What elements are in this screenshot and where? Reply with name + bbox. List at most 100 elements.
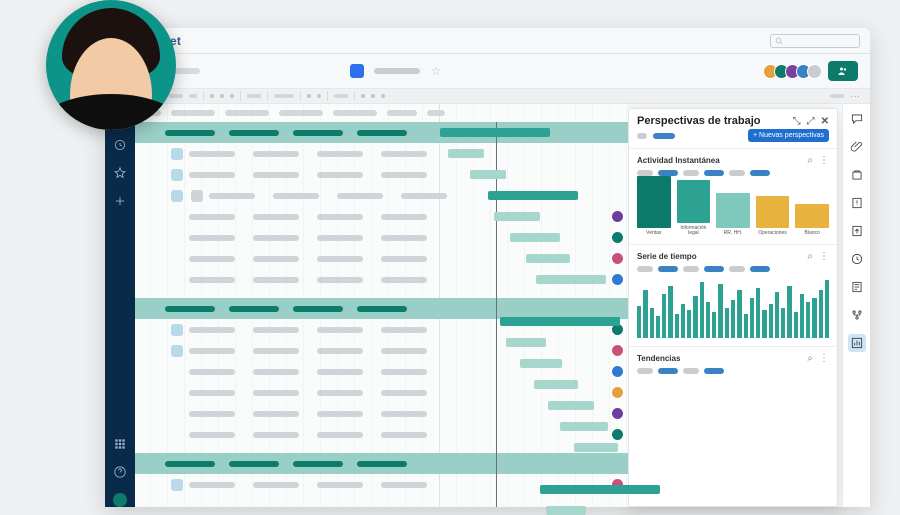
- right-rail: [842, 104, 870, 507]
- toolbar-button[interactable]: [381, 94, 385, 98]
- card-title: Serie de tiempo: [637, 252, 697, 261]
- sheet-title[interactable]: [374, 68, 420, 74]
- bar-label: RR. HH.: [724, 231, 743, 236]
- gantt-bar[interactable]: [548, 401, 594, 410]
- toolbar-button[interactable]: [220, 94, 224, 98]
- help-icon[interactable]: [113, 465, 127, 479]
- sheet-grid[interactable]: [135, 104, 628, 507]
- toolbar-button[interactable]: [210, 94, 214, 98]
- filter-pill[interactable]: [637, 133, 647, 139]
- work-insights-icon[interactable]: [848, 334, 866, 352]
- account-avatar-icon[interactable]: [113, 493, 127, 507]
- gantt-bar[interactable]: [448, 149, 484, 158]
- breadcrumb[interactable]: [174, 68, 200, 74]
- comment-icon[interactable]: [171, 479, 183, 491]
- trends-card: Tendencias ⌕ ⋮: [629, 346, 837, 382]
- create-new-icon[interactable]: [113, 194, 127, 208]
- app-window: smartsheet › ☆: [105, 28, 870, 507]
- gantt-bar[interactable]: [510, 233, 560, 242]
- expand-icon[interactable]: ⤢: [807, 116, 815, 127]
- gantt-bar[interactable]: [546, 506, 586, 515]
- menu-icon[interactable]: ⋮: [819, 155, 829, 166]
- work-insights-panel: Perspectivas de trabajo ⤡ ⤢ ✕ + Nuevas p…: [628, 108, 838, 507]
- gantt-bar[interactable]: [506, 338, 546, 347]
- card-filter-pills: [637, 170, 829, 176]
- gantt-bar[interactable]: [536, 275, 606, 284]
- filter-icon[interactable]: ⌕: [807, 155, 813, 166]
- toolbar-button[interactable]: [334, 94, 348, 98]
- activity-log-icon[interactable]: [848, 250, 866, 268]
- gantt-bar[interactable]: [534, 380, 578, 389]
- apps-grid-icon[interactable]: [113, 437, 127, 451]
- gantt-bar[interactable]: [560, 422, 608, 431]
- bar-label: Ventas: [646, 231, 661, 236]
- toolbar-button[interactable]: [247, 94, 261, 98]
- gantt-bar[interactable]: [520, 359, 562, 368]
- comment-icon[interactable]: [171, 148, 183, 160]
- bar-label: Información legal: [677, 226, 711, 236]
- conversations-icon[interactable]: [848, 110, 866, 128]
- comment-icon[interactable]: [171, 169, 183, 181]
- proofs-icon[interactable]: [848, 166, 866, 184]
- gantt-bar[interactable]: [500, 317, 620, 326]
- toolbar-button[interactable]: [307, 94, 311, 98]
- toolbar-button[interactable]: [830, 94, 844, 98]
- global-nav: [105, 104, 135, 507]
- panel-title: Perspectivas de trabajo: [637, 115, 761, 127]
- automations-icon[interactable]: [848, 306, 866, 324]
- sheet-toolbar: ···: [105, 88, 870, 104]
- sheet-type-icon: [350, 64, 364, 78]
- share-button[interactable]: [828, 61, 858, 81]
- gantt-bar[interactable]: [540, 485, 660, 494]
- attachment-icon[interactable]: [191, 190, 203, 202]
- recents-icon[interactable]: [113, 138, 127, 152]
- panel-filter-row: + Nuevas perspectivas: [629, 129, 837, 148]
- gantt-bar[interactable]: [440, 128, 550, 137]
- toolbar-button[interactable]: [274, 94, 294, 98]
- new-insight-button[interactable]: + Nuevas perspectivas: [748, 129, 829, 142]
- search-input[interactable]: [770, 34, 860, 48]
- attachments-icon[interactable]: [848, 138, 866, 156]
- summary-icon[interactable]: [848, 278, 866, 296]
- publish-icon[interactable]: [848, 222, 866, 240]
- bar-label: Operaciones: [758, 231, 786, 236]
- profile-photo: [46, 0, 176, 130]
- filter-pill[interactable]: [653, 133, 675, 139]
- avatar[interactable]: [807, 64, 822, 79]
- window-chrome: smartsheet: [105, 28, 870, 54]
- toolbar-button[interactable]: [169, 94, 183, 98]
- favorite-star-icon[interactable]: ☆: [430, 64, 441, 78]
- snapshot-card: Actividad Instantánea ⌕ ⋮ Ventas Informaci…: [629, 148, 837, 244]
- people-icon: [837, 65, 849, 77]
- update-requests-icon[interactable]: [848, 194, 866, 212]
- search-icon: [775, 37, 783, 45]
- menu-icon[interactable]: ⋮: [819, 251, 829, 262]
- gantt-bar[interactable]: [470, 170, 506, 179]
- collaborator-avatars[interactable]: [767, 64, 822, 79]
- filter-icon[interactable]: ⌕: [807, 251, 813, 262]
- snapshot-bar-chart: Ventas Información legal RR. HH. Operacione…: [637, 182, 829, 236]
- favorites-icon[interactable]: [113, 166, 127, 180]
- sheet-header: › ☆: [105, 54, 870, 88]
- menu-icon[interactable]: ⋮: [819, 353, 829, 364]
- toolbar-button[interactable]: [371, 94, 375, 98]
- overflow-icon[interactable]: ···: [850, 91, 860, 102]
- toolbar-button[interactable]: [189, 94, 197, 98]
- comment-icon[interactable]: [171, 324, 183, 336]
- close-icon[interactable]: ✕: [821, 116, 829, 127]
- card-title: Tendencias: [637, 354, 680, 363]
- comment-icon[interactable]: [171, 190, 183, 202]
- gantt-bar[interactable]: [574, 443, 618, 452]
- card-title: Actividad Instantánea: [637, 156, 720, 165]
- toolbar-button[interactable]: [361, 94, 365, 98]
- toolbar-button[interactable]: [317, 94, 321, 98]
- comment-icon[interactable]: [171, 345, 183, 357]
- gantt-bar[interactable]: [526, 254, 570, 263]
- toolbar-button[interactable]: [230, 94, 234, 98]
- gantt-bar[interactable]: [488, 191, 578, 200]
- gantt-bar[interactable]: [494, 212, 540, 221]
- timeseries-card: Serie de tiempo ⌕ ⋮: [629, 244, 837, 346]
- collapse-icon[interactable]: ⤡: [793, 116, 801, 127]
- today-line: [496, 122, 497, 507]
- filter-icon[interactable]: ⌕: [807, 353, 813, 364]
